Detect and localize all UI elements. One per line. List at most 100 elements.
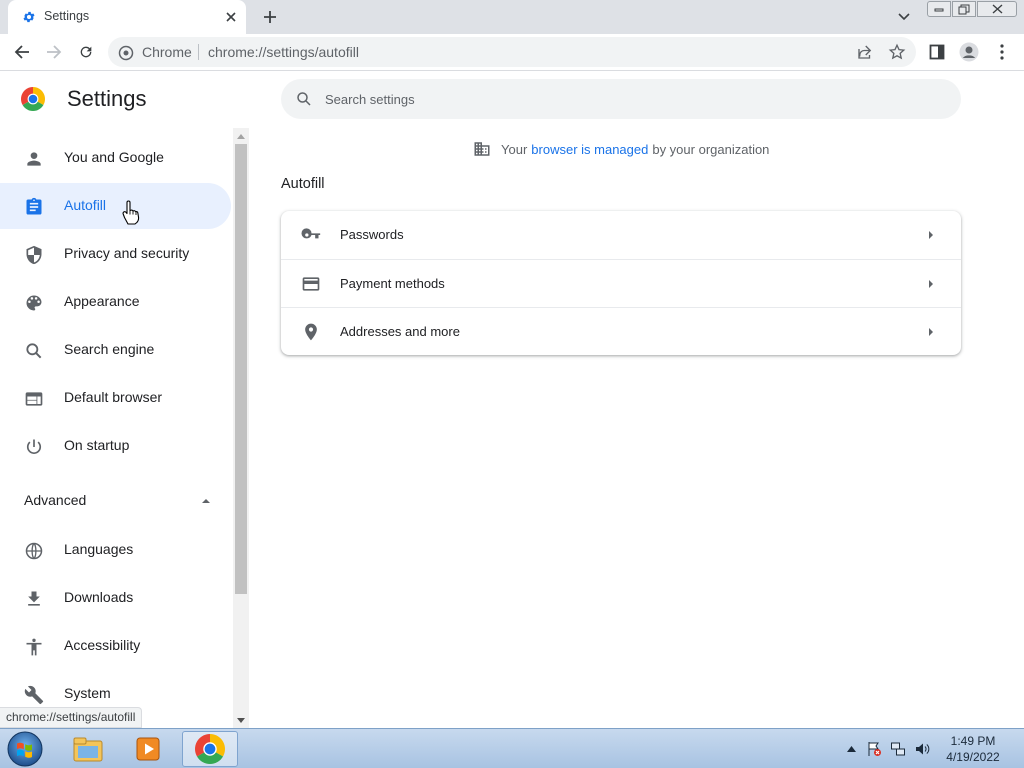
reload-button[interactable] [74,40,98,64]
clock-time: 1:49 PM [950,734,996,748]
restore-button[interactable] [952,1,976,17]
managed-notice: Your browser is managed by your organiza… [473,139,769,159]
building-icon [474,142,490,156]
arrow-right-icon [929,328,933,336]
tab-title: Settings [44,9,90,23]
browser-toolbar: Chrome chrome://settings/autofill [0,34,1024,71]
share-icon[interactable] [856,43,874,61]
section-title: Autofill [281,176,325,192]
close-tab-icon[interactable] [222,8,240,26]
search-input[interactable] [325,89,925,109]
browser-managed-link[interactable]: browser is managed [531,142,648,157]
chrome-logo-icon [21,87,45,111]
close-window-button[interactable] [977,1,1017,17]
managed-suffix: by your organization [652,141,770,157]
show-hidden-icons-button[interactable] [842,740,860,758]
search-settings-box[interactable] [281,79,961,119]
status-url-bubble: chrome://settings/autofill [0,707,143,728]
menu-button[interactable] [991,41,1013,63]
power-icon [26,439,42,454]
passwords-row[interactable]: Passwords [281,211,961,259]
back-button[interactable] [10,40,34,64]
sidebar-item-on-startup[interactable]: On startup [0,423,231,469]
start-button[interactable] [6,730,44,768]
side-panel-icon [929,44,945,60]
close-icon [992,4,1002,14]
sidebar-item-privacy-and-security[interactable]: Privacy and security [0,231,231,277]
sidebar-scrollbar[interactable] [233,128,249,728]
shield-icon [26,245,42,265]
sidebar-advanced-toggle[interactable]: Advanced [0,482,231,522]
taskbar-media-player[interactable] [120,731,176,767]
site-label: Chrome [142,44,192,60]
flag-alert-icon [868,742,881,756]
chrome-site-icon [118,45,134,61]
scrollbar-thumb[interactable] [235,144,247,594]
address-bar[interactable]: Chrome chrome://settings/autofill [108,37,916,67]
payment-methods-row[interactable]: Payment methods [281,259,961,307]
search-icon [297,92,311,106]
media-player-icon [136,737,160,761]
arrow-right-icon [929,231,933,239]
restore-icon [958,4,970,14]
sidebar-item-downloads[interactable]: Downloads [0,575,231,621]
browser-window-icon [25,392,43,406]
reload-icon [80,46,92,58]
url-text[interactable]: chrome://settings/autofill [208,44,359,60]
taskbar-clock[interactable]: 1:49 PM 4/19/2022 [940,733,1006,765]
arrow-right-icon [47,45,62,59]
bookmark-star-icon[interactable] [888,43,906,61]
scroll-up-arrow[interactable] [233,128,249,144]
minimize-button[interactable] [927,1,951,17]
clock-date: 4/19/2022 [946,750,1000,764]
speaker-icon [916,743,930,755]
tray-volume[interactable] [913,740,931,758]
plus-icon [264,11,276,23]
tray-action-center[interactable] [865,740,883,758]
forward-button[interactable] [42,40,66,64]
sidebar-item-autofill[interactable]: Autofill [0,183,231,229]
location-pin-icon [305,323,317,341]
search-icon [26,343,42,359]
tab-strip: Settings [0,0,1024,34]
kebab-menu-icon [1000,44,1004,60]
caret-up-icon [202,499,210,503]
network-icon [891,742,905,756]
sidebar-item-you-and-google[interactable]: You and Google [0,135,231,181]
managed-prefix: Your [501,141,528,157]
clipboard-icon [26,197,42,215]
minimize-icon [934,8,944,12]
side-panel-button[interactable] [926,41,948,63]
file-explorer-icon [73,737,103,762]
arrow-left-icon [14,45,29,59]
settings-sidebar: You and Google Autofill Privacy and secu… [0,134,232,728]
sidebar-item-default-browser[interactable]: Default browser [0,375,231,421]
tab-search-button[interactable] [894,8,914,26]
sidebar-item-appearance[interactable]: Appearance [0,279,231,325]
scroll-down-arrow[interactable] [233,712,249,728]
palette-icon [26,295,42,311]
wrench-icon [24,685,44,705]
taskbar-chrome[interactable] [182,731,238,767]
sidebar-item-languages[interactable]: Languages [0,527,231,573]
tray-network[interactable] [889,740,907,758]
triangle-down-icon [237,717,245,723]
person-icon [27,152,41,166]
globe-icon [25,542,43,560]
profile-button[interactable] [958,41,980,63]
taskbar-file-explorer[interactable] [60,731,116,767]
hand-cursor-icon [122,200,140,225]
windows-taskbar: 1:49 PM 4/19/2022 [0,728,1024,768]
omnibox-divider [198,44,199,60]
profile-avatar-icon [959,42,979,62]
chevron-down-icon [898,13,910,21]
tab-settings[interactable]: Settings [8,0,246,34]
gear-icon [23,11,35,23]
sidebar-item-accessibility[interactable]: Accessibility [0,623,231,669]
new-tab-button[interactable] [258,6,282,28]
sidebar-item-search-engine[interactable]: Search engine [0,327,231,373]
autofill-card: Passwords Payment methods Addresses and … [281,211,961,355]
chrome-icon [195,734,225,764]
addresses-row[interactable]: Addresses and more [281,307,961,355]
windows-start-icon [7,731,43,767]
